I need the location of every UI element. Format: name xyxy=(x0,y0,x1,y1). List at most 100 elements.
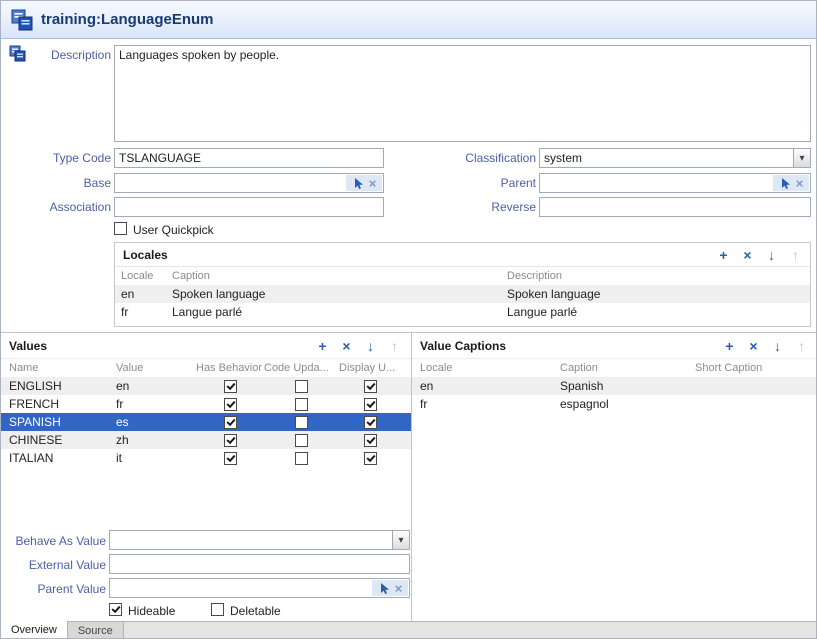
code-update-checkbox[interactable] xyxy=(295,434,308,447)
locales-title-row: Locales + × ↓ ↑ xyxy=(115,243,810,267)
pick-cursor-icon[interactable] xyxy=(352,177,365,190)
add-icon[interactable]: + xyxy=(717,248,730,262)
add-icon[interactable]: + xyxy=(723,339,736,353)
behave-as-value-select[interactable]: ▾ xyxy=(109,530,410,550)
remove-icon[interactable]: × xyxy=(747,339,760,353)
move-up-icon[interactable]: ↑ xyxy=(795,339,808,353)
parent-value-label: Parent Value xyxy=(1,582,106,596)
clear-icon[interactable]: × xyxy=(369,177,377,190)
chevron-down-icon[interactable]: ▾ xyxy=(793,149,810,167)
has-behavior-checkbox[interactable] xyxy=(224,398,237,411)
name-cell: SPANISH xyxy=(9,415,116,429)
name-cell: CHINESE xyxy=(9,433,116,447)
add-icon[interactable]: + xyxy=(316,339,329,353)
reverse-input[interactable] xyxy=(539,197,811,217)
code-update-checkbox[interactable] xyxy=(295,380,308,393)
enum-type-icon xyxy=(11,9,33,34)
value-captions-title-row: Value Captions + × ↓ ↑ xyxy=(412,333,817,359)
header: training:LanguageEnum xyxy=(1,1,816,39)
classification-value: system xyxy=(544,151,582,165)
value-cell: zh xyxy=(116,433,196,447)
display-checkbox[interactable] xyxy=(364,434,377,447)
display-checkbox[interactable] xyxy=(364,452,377,465)
move-up-icon[interactable]: ↑ xyxy=(388,339,401,353)
locales-title: Locales xyxy=(123,248,168,262)
value-cell: fr xyxy=(116,397,196,411)
tab-overview[interactable]: Overview xyxy=(1,621,68,639)
hideable-checkbox[interactable] xyxy=(109,603,122,616)
has-behavior-checkbox[interactable] xyxy=(224,434,237,447)
locale-row[interactable]: fr Langue parlé Langue parlé xyxy=(115,303,810,321)
type-code-label: Type Code xyxy=(1,151,111,165)
caption-cell: Langue parlé xyxy=(172,305,507,319)
page-title: training:LanguageEnum xyxy=(41,11,214,28)
name-cell: ITALIAN xyxy=(9,451,116,465)
chevron-down-icon[interactable]: ▾ xyxy=(392,531,409,549)
display-checkbox[interactable] xyxy=(364,398,377,411)
locales-header-row: Locale Caption Description xyxy=(115,267,810,285)
description-input[interactable]: Languages spoken by people. xyxy=(114,45,811,142)
classification-label: Classification xyxy=(401,151,536,165)
display-checkbox[interactable] xyxy=(364,380,377,393)
locale-cell: fr xyxy=(420,397,560,411)
base-input[interactable]: × xyxy=(114,173,384,193)
user-quickpick-checkbox[interactable] xyxy=(114,222,127,235)
locale-row[interactable]: en Spoken language Spoken language xyxy=(115,285,810,303)
value-row-selected[interactable]: SPANISH es xyxy=(1,413,411,431)
column-header-short-caption: Short Caption xyxy=(695,362,817,374)
deletable-checkbox[interactable] xyxy=(211,603,224,616)
value-captions-title: Value Captions xyxy=(420,339,506,353)
value-row[interactable]: CHINESE zh xyxy=(1,431,411,449)
value-cell: es xyxy=(116,415,196,429)
caption-cell: espagnol xyxy=(560,397,695,411)
value-row[interactable]: ITALIAN it xyxy=(1,449,411,467)
has-behavior-checkbox[interactable] xyxy=(224,380,237,393)
values-header-row: Name Value Has Behavior Code Upda... Dis… xyxy=(1,359,411,377)
value-row[interactable]: ENGLISH en xyxy=(1,377,411,395)
parent-label: Parent xyxy=(401,176,536,190)
external-value-label: External Value xyxy=(1,558,106,572)
remove-icon[interactable]: × xyxy=(741,248,754,262)
caption-cell: Spoken language xyxy=(172,287,507,301)
clear-icon[interactable]: × xyxy=(395,582,403,595)
enum-editor-window: training:LanguageEnum Description Langua… xyxy=(0,0,817,639)
pick-cursor-icon[interactable] xyxy=(378,582,391,595)
locales-toolbar: + × ↓ ↑ xyxy=(717,248,802,262)
reverse-label: Reverse xyxy=(401,200,536,214)
value-captions-toolbar: + × ↓ ↑ xyxy=(723,339,808,353)
column-header-has-behavior: Has Behavior xyxy=(196,362,264,374)
code-update-checkbox[interactable] xyxy=(295,452,308,465)
value-caption-row[interactable]: fr espagnol xyxy=(412,395,817,413)
locale-cell: en xyxy=(121,287,172,301)
user-quickpick-label: User Quickpick xyxy=(133,223,214,237)
move-down-icon[interactable]: ↓ xyxy=(364,339,377,353)
values-title: Values xyxy=(9,339,47,353)
value-row[interactable]: FRENCH fr xyxy=(1,395,411,413)
value-cell: en xyxy=(116,379,196,393)
tab-source[interactable]: Source xyxy=(68,622,124,639)
column-header-value: Value xyxy=(116,362,196,374)
association-input[interactable] xyxy=(114,197,384,217)
external-value-input[interactable] xyxy=(109,554,410,574)
hideable-label: Hideable xyxy=(128,604,175,618)
type-code-input[interactable] xyxy=(114,148,384,168)
clear-icon[interactable]: × xyxy=(796,177,804,190)
classification-select[interactable]: system ▾ xyxy=(539,148,811,168)
move-down-icon[interactable]: ↓ xyxy=(765,248,778,262)
value-captions-panel: Value Captions + × ↓ ↑ Locale Caption Sh… xyxy=(412,333,817,621)
behave-as-value-label: Behave As Value xyxy=(1,534,106,548)
column-header-caption: Caption xyxy=(560,362,695,374)
parent-input[interactable]: × xyxy=(539,173,811,193)
has-behavior-checkbox[interactable] xyxy=(224,452,237,465)
has-behavior-checkbox[interactable] xyxy=(224,416,237,429)
code-update-checkbox[interactable] xyxy=(295,398,308,411)
value-caption-row[interactable]: en Spanish xyxy=(412,377,817,395)
move-up-icon[interactable]: ↑ xyxy=(789,248,802,262)
code-update-checkbox[interactable] xyxy=(295,416,308,429)
base-picker: × xyxy=(346,175,382,191)
display-checkbox[interactable] xyxy=(364,416,377,429)
pick-cursor-icon[interactable] xyxy=(779,177,792,190)
parent-value-input[interactable]: × xyxy=(109,578,410,598)
remove-icon[interactable]: × xyxy=(340,339,353,353)
move-down-icon[interactable]: ↓ xyxy=(771,339,784,353)
